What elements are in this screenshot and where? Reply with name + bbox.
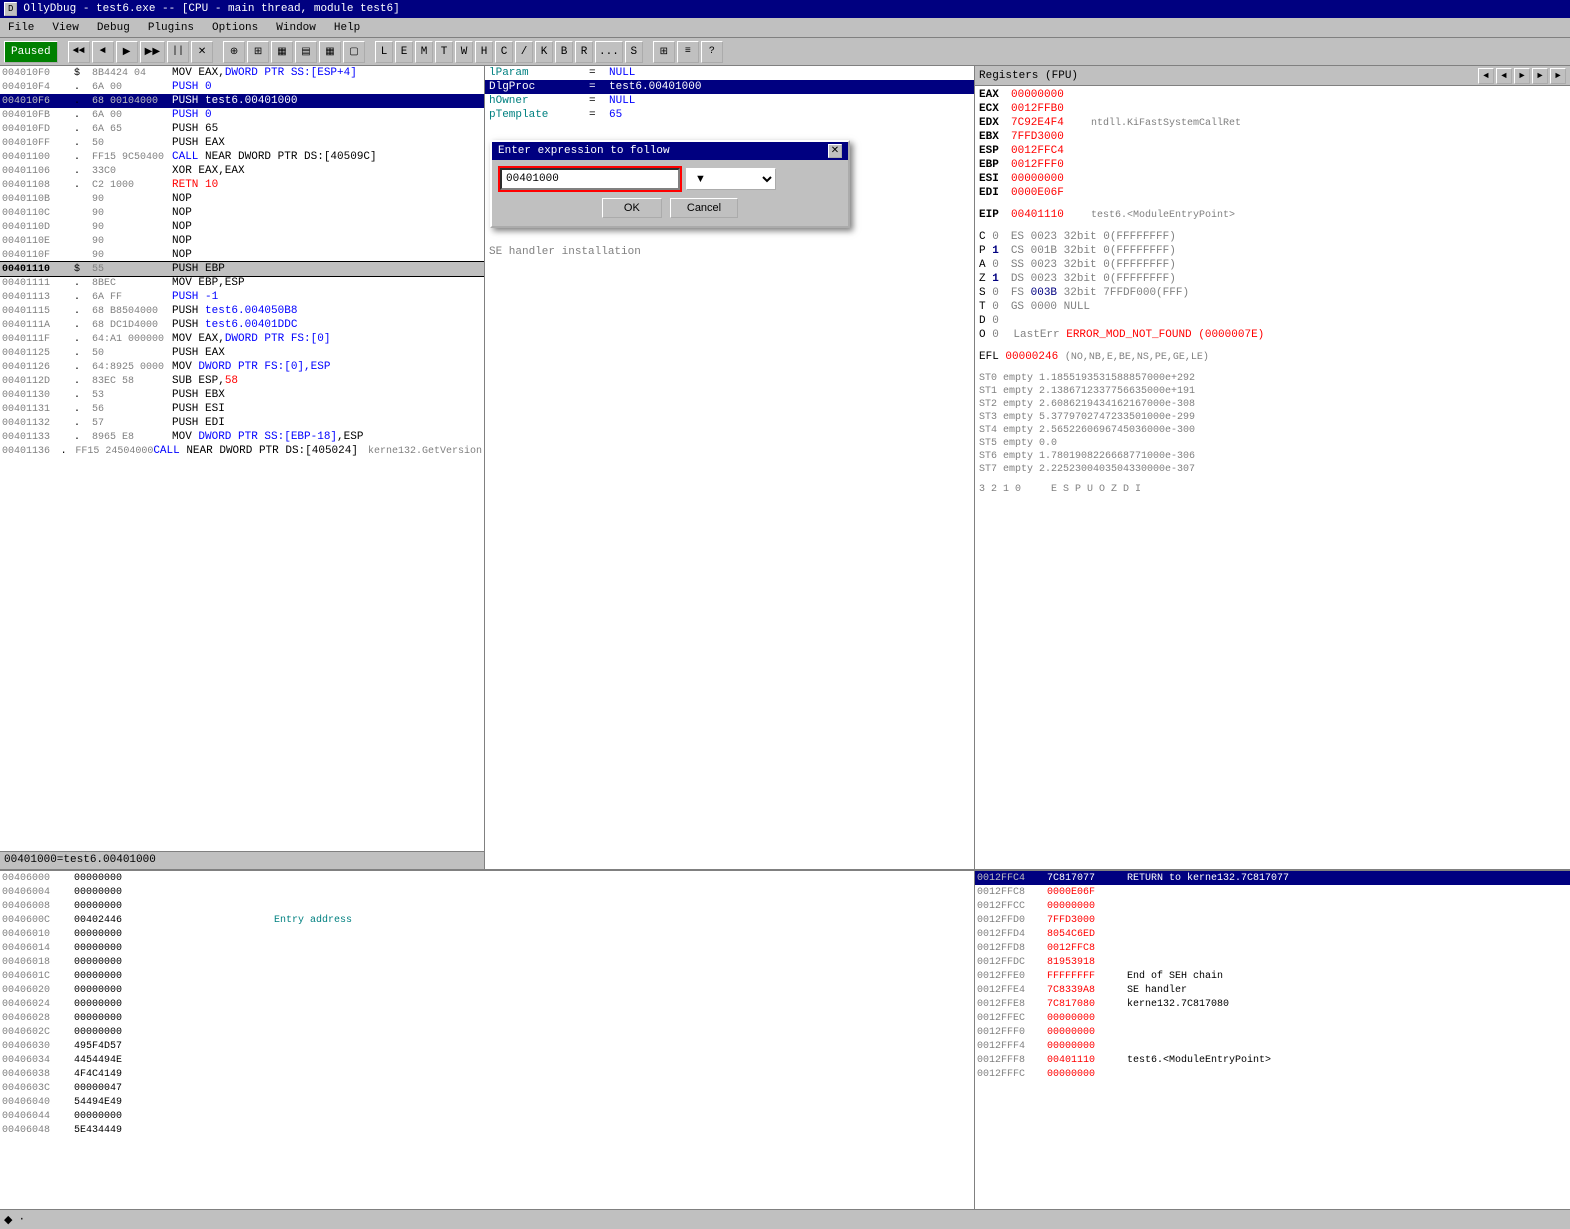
modal-dialog: Enter expression to follow ✕ ▼ OK Cancel [490, 140, 850, 228]
stack-row[interactable]: 0012FFE8 7C817080 kerne132.7C817080 [975, 997, 1570, 1011]
modal-close-button[interactable]: ✕ [828, 144, 842, 158]
stack-pane: 0012FFC4 7C817077 RETURN to kerne132.7C8… [975, 871, 1570, 1209]
dump-row: 00406024 00000000 [0, 997, 974, 1011]
dump-pane: 00406000 00000000 00406004 00000000 0040… [0, 871, 975, 1209]
stack-scroll[interactable]: 0012FFC4 7C817077 RETURN to kerne132.7C8… [975, 871, 1570, 1209]
dump-row: 0040601C 00000000 [0, 969, 974, 983]
bottom-section: 00406000 00000000 00406004 00000000 0040… [0, 869, 1570, 1209]
dump-row: 00406014 00000000 [0, 941, 974, 955]
dump-row: 00406048 5E434449 [0, 1123, 974, 1137]
stack-row[interactable]: 0012FFFC 00000000 [975, 1067, 1570, 1081]
stack-row[interactable]: 0012FFF8 00401110 test6.<ModuleEntryPoin… [975, 1053, 1570, 1067]
status-icon: ◆ [4, 1213, 12, 1227]
modal-title-text: Enter expression to follow [498, 145, 670, 157]
modal-ok-button[interactable]: OK [602, 198, 662, 218]
dump-row: 00406028 00000000 [0, 1011, 974, 1025]
dump-row: 00406018 00000000 [0, 955, 974, 969]
stack-row[interactable]: 0012FFD8 0012FFC8 [975, 941, 1570, 955]
modal-input-row: ▼ [500, 168, 840, 190]
dump-row: 00406020 00000000 [0, 983, 974, 997]
stack-row[interactable]: 0012FFF0 00000000 [975, 1025, 1570, 1039]
dump-row: 00406030 495F4D57 [0, 1039, 974, 1053]
modal-title-bar: Enter expression to follow ✕ [492, 142, 848, 160]
dump-row: 0040602C 00000000 [0, 1025, 974, 1039]
stack-row[interactable]: 0012FFE0 FFFFFFFF End of SEH chain [975, 969, 1570, 983]
status-bar: ◆ · [0, 1209, 1570, 1229]
modal-cancel-button[interactable]: Cancel [670, 198, 738, 218]
stack-row[interactable]: 0012FFDC 81953918 [975, 955, 1570, 969]
stack-row[interactable]: 0012FFEC 00000000 [975, 1011, 1570, 1025]
stack-row[interactable]: 0012FFD0 7FFD3000 [975, 913, 1570, 927]
stack-row[interactable]: 0012FFD4 8054C6ED [975, 927, 1570, 941]
stack-row[interactable]: 0012FFF4 00000000 [975, 1039, 1570, 1053]
dump-row: 00406038 4F4C4149 [0, 1067, 974, 1081]
modal-buttons: OK Cancel [500, 198, 840, 218]
dump-row: 00406034 4454494E [0, 1053, 974, 1067]
stack-row[interactable]: 0012FFCC 00000000 [975, 899, 1570, 913]
dump-row: 00406040 54494E49 [0, 1095, 974, 1109]
expression-dropdown[interactable]: ▼ [686, 168, 776, 190]
modal-body: ▼ OK Cancel [492, 160, 848, 226]
dump-row: 00406010 00000000 [0, 927, 974, 941]
dump-scroll[interactable]: 00406000 00000000 00406004 00000000 0040… [0, 871, 974, 1209]
dump-row: 00406008 00000000 [0, 899, 974, 913]
stack-row[interactable]: 0012FFE4 7C8339A8 SE handler [975, 983, 1570, 997]
dump-row: 0040603C 00000047 [0, 1081, 974, 1095]
status-text: · [18, 1214, 25, 1226]
dump-row: 0040600C 00402446 Entry address [0, 913, 974, 927]
modal-overlay: Enter expression to follow ✕ ▼ OK Cancel [0, 0, 1570, 889]
expression-input[interactable] [500, 168, 680, 190]
dump-row: 00406044 00000000 [0, 1109, 974, 1123]
